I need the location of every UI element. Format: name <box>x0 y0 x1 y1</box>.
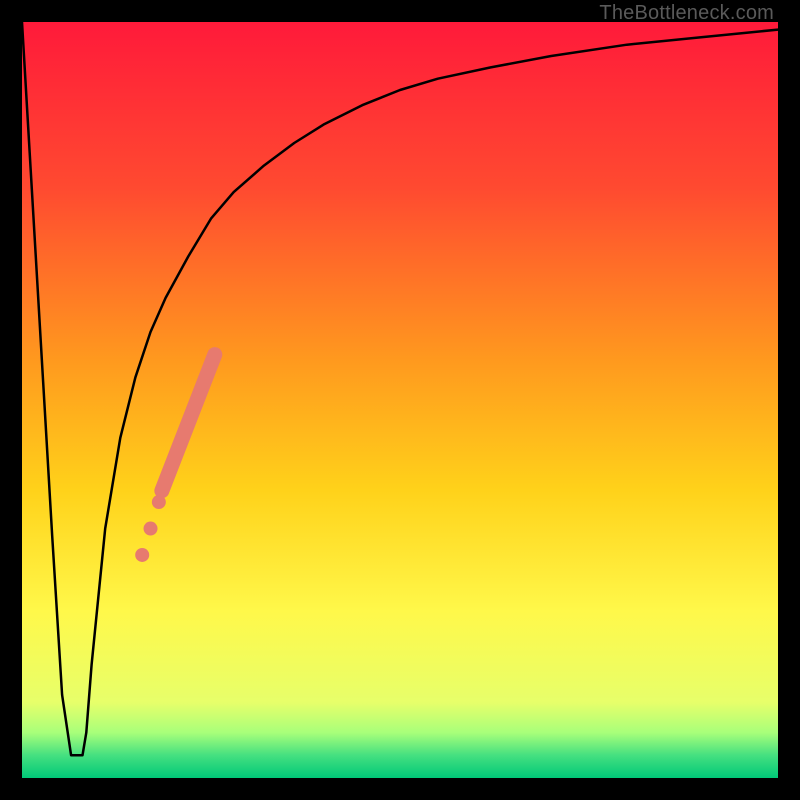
chart-svg <box>22 22 778 778</box>
highlight-dot <box>135 548 149 562</box>
highlight-dot <box>152 495 166 509</box>
plot-area <box>22 22 778 778</box>
gradient-background <box>22 22 778 778</box>
highlight-dot <box>144 522 158 536</box>
chart-frame: TheBottleneck.com <box>0 0 800 800</box>
